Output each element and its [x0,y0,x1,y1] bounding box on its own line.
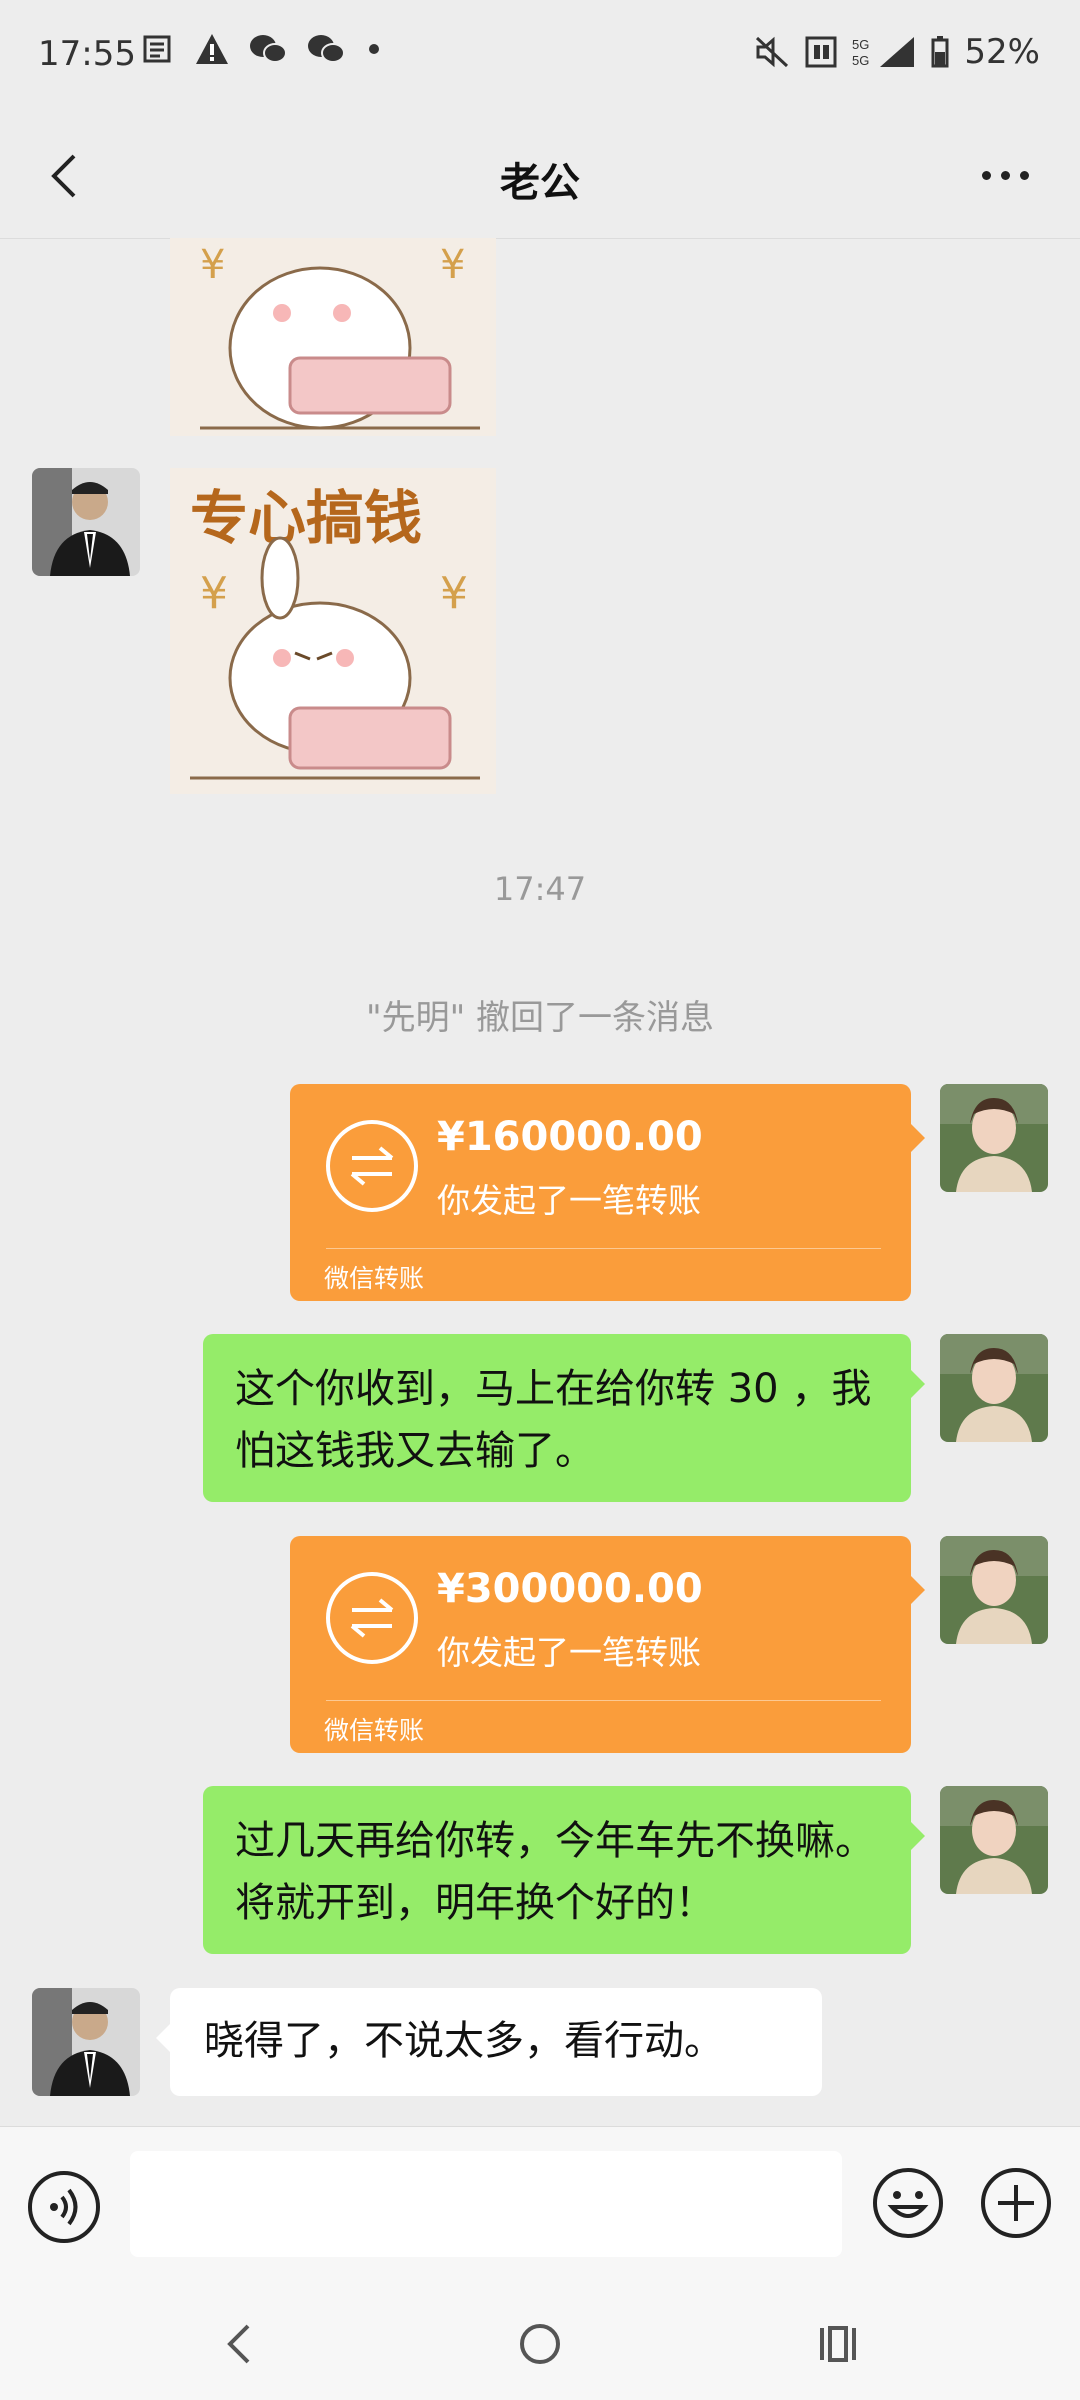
nav-back-icon[interactable] [210,2314,270,2374]
bubble-tail [911,1576,925,1604]
transfer-label: 微信转账 [324,1716,425,1745]
rabbit-sticker-icon: ¥ ¥ [170,238,496,436]
svg-text:¥: ¥ [440,242,465,288]
system-nav-bar [0,2278,1080,2400]
transfer-description: 你发起了一笔转账 [437,1181,701,1220]
bubble-tail [156,2024,170,2052]
chat-header: 老公 [0,110,1080,239]
chat-title: 老公 [500,160,580,206]
contact-avatar[interactable] [32,1988,140,2096]
received-message-bubble[interactable]: 晓得了，不说太多，看行动。 [156,1988,822,2096]
dot-icon [369,44,379,54]
news-icon [143,35,171,63]
battery-icon [931,36,949,68]
man-avatar-icon [32,1988,140,2096]
bubble-tail [911,1822,925,1850]
nav-home-icon[interactable] [510,2314,570,2374]
user-avatar[interactable] [940,1084,1048,1192]
sticker-image[interactable]: ¥ ¥ [170,238,496,436]
svg-text:¥: ¥ [440,568,468,619]
woman-avatar-icon [940,1334,1048,1442]
transfer-description: 你发起了一笔转账 [437,1633,701,1672]
battery-percent: 52% [964,32,1040,72]
recall-notice: "先明" 撤回了一条消息 [365,998,715,1038]
woman-avatar-icon [940,1786,1048,1894]
wechat-icon-2 [308,35,345,63]
more-dot-icon [1000,170,1010,180]
transfer-icon [326,1120,418,1212]
status-right: 5G 5G 52% [754,32,1040,72]
signal-5g-icon: 5G5G [852,37,915,68]
plus-icon[interactable] [980,2167,1052,2239]
more-dot-icon [981,170,991,180]
sent-message-bubble[interactable]: 过几天再给你转，今年车先不换嘛。将就开到，明年换个好的！ [203,1786,925,1954]
message-text: 这个你收到，马上在给你转 30 ，我怕这钱我又去输了。 [235,1366,872,1474]
status-left-icons [142,32,384,66]
user-avatar[interactable] [940,1536,1048,1644]
transfer-card[interactable]: ¥300000.00 你发起了一笔转账 微信转账 [290,1536,925,1753]
man-avatar-icon [32,468,140,576]
divider [326,1248,881,1249]
transfer-label: 微信转账 [324,1264,425,1293]
contact-avatar[interactable] [32,468,140,576]
message-text: 晓得了，不说太多，看行动。 [204,2018,724,2064]
mute-icon [756,36,789,68]
sticker-caption: 专心搞钱 [190,484,422,552]
emoji-icon[interactable] [872,2167,944,2239]
sent-message-bubble[interactable]: 这个你收到，马上在给你转 30 ，我怕这钱我又去输了。 [203,1334,925,1502]
bubble-tail [911,1124,925,1152]
chat-area[interactable]: ¥ ¥ 专心搞钱 ¥ ¥ 17:47 "先明" 撤回了一条消息 ¥160000.… [0,238,1080,2126]
user-avatar[interactable] [940,1786,1048,1894]
svg-text:¥: ¥ [200,242,225,288]
svg-text:¥: ¥ [200,568,228,619]
bubble-tail [911,1370,925,1398]
more-dot-icon [1019,170,1029,180]
transfer-amount: ¥300000.00 [437,1566,703,1612]
divider [326,1700,881,1701]
transfer-icon [326,1572,418,1664]
message-input[interactable] [130,2151,842,2257]
woman-avatar-icon [940,1084,1048,1192]
woman-avatar-icon [940,1536,1048,1644]
status-bar: 17:55 5G 5G 52% [0,0,1080,110]
nav-recents-icon[interactable] [810,2314,870,2374]
message-text: 过几天再给你转，今年车先不换嘛。将就开到，明年换个好的！ [235,1818,875,1926]
svg-text:5G: 5G [852,37,869,52]
rabbit-sticker-icon: 专心搞钱 ¥ ¥ [170,468,496,794]
warning-icon [196,34,228,64]
transfer-card[interactable]: ¥160000.00 你发起了一笔转账 微信转账 [290,1084,925,1301]
status-time: 17:55 [38,34,136,74]
sticker-image[interactable]: 专心搞钱 ¥ ¥ [170,468,496,794]
voice-icon [50,2188,78,2226]
voice-input-button[interactable] [28,2171,100,2243]
nfc-icon [805,36,837,68]
wechat-icon [250,35,287,63]
input-bar [0,2126,1080,2279]
user-avatar[interactable] [940,1334,1048,1442]
message-timestamp: 17:47 [493,870,587,908]
transfer-amount: ¥160000.00 [437,1114,703,1160]
svg-text:5G: 5G [852,53,869,68]
more-options-button[interactable] [970,150,1040,200]
